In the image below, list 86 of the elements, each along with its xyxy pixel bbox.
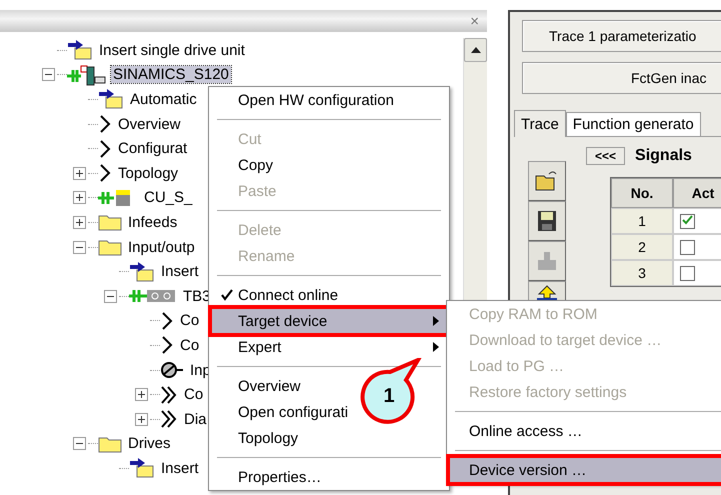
tree-item[interactable]: SINAMICS_S120 <box>111 66 231 84</box>
vertical-scrollbar[interactable] <box>463 38 487 300</box>
collapse-toggle[interactable] <box>104 290 117 303</box>
double-chevron-icon <box>160 409 178 430</box>
table-cell: 3 <box>611 260 673 286</box>
folder-icon <box>98 434 122 453</box>
tree-item[interactable]: Overview <box>116 116 183 133</box>
close-button[interactable]: × <box>462 12 487 30</box>
probe-icon <box>160 360 184 380</box>
checkbox[interactable] <box>680 240 695 254</box>
toolbar-button[interactable] <box>528 241 566 281</box>
expand-toggle[interactable] <box>73 191 86 204</box>
table-cell: 1 <box>611 208 673 234</box>
plus-icon <box>138 416 145 423</box>
plus-icon <box>76 194 83 202</box>
collapse-toggle[interactable] <box>73 240 86 254</box>
check-icon <box>221 289 233 301</box>
tree-item[interactable]: Co <box>182 386 206 404</box>
insert-folder-icon <box>67 40 93 60</box>
trace-status-field: Trace 1 parameterizatio <box>522 20 721 52</box>
toolbar-button[interactable] <box>528 161 566 201</box>
open-folder-icon <box>535 170 559 192</box>
chevron-icon <box>98 163 112 184</box>
menu-item[interactable]: Properties… <box>211 464 332 490</box>
up-arrow-icon <box>470 47 480 53</box>
collapse-toggle[interactable] <box>73 437 86 450</box>
menu-item[interactable]: Open configurati <box>211 399 358 425</box>
chevron-icon <box>160 310 174 331</box>
menu-item[interactable]: Expert <box>211 334 447 360</box>
callout-number: 1 <box>382 385 396 408</box>
checkbox[interactable] <box>680 214 695 228</box>
tree-item[interactable]: Insert <box>159 263 201 280</box>
expand-toggle[interactable] <box>73 216 86 229</box>
tree-item[interactable]: Drives <box>126 435 173 452</box>
chevron-icon <box>98 138 112 159</box>
folder-icon <box>98 213 122 232</box>
menu-item[interactable]: Device version … <box>449 457 721 483</box>
expand-toggle[interactable] <box>135 388 148 402</box>
insert-folder-icon <box>129 458 155 478</box>
plus-icon <box>76 170 83 177</box>
submenu-arrow-icon <box>433 316 439 326</box>
scroll-up-button[interactable] <box>464 38 487 62</box>
tree-item[interactable]: Dia <box>182 410 209 428</box>
collapse-button[interactable]: <<< <box>586 147 626 165</box>
tree-item[interactable]: Topology <box>116 164 180 182</box>
menu-item[interactable]: Topology <box>211 425 308 451</box>
column-header: Act <box>673 178 721 208</box>
plus-icon <box>76 218 83 226</box>
table-cell: 2 <box>611 234 673 260</box>
stamp-icon <box>536 250 558 272</box>
save-icon <box>537 210 557 232</box>
expand-toggle[interactable] <box>73 166 86 180</box>
chevron-icon <box>98 114 112 134</box>
drive-device-icon <box>67 64 107 86</box>
double-chevron-icon <box>160 384 178 405</box>
function-generator-status-field: FctGen inac <box>522 62 721 94</box>
chevron-icon <box>160 335 174 356</box>
tree-item[interactable]: CU_S_ <box>142 189 194 206</box>
insert-folder-icon <box>98 89 124 110</box>
tree-item[interactable]: Co <box>178 312 202 330</box>
tree-item[interactable]: Insert <box>159 460 201 477</box>
tree-item[interactable]: Input/outp <box>126 238 197 256</box>
menu-item[interactable]: Online access … <box>449 418 592 444</box>
insert-folder-icon <box>129 262 155 282</box>
collapse-toggle[interactable] <box>42 68 55 82</box>
tree-item[interactable]: Configurat <box>116 140 190 158</box>
menu-item[interactable]: Copy <box>211 152 284 178</box>
menu-item[interactable]: Connect online <box>211 282 348 308</box>
toolbar-button[interactable] <box>528 201 566 241</box>
tab[interactable]: Function generato <box>566 112 701 136</box>
menu-item[interactable]: Open HW configuration <box>211 87 404 113</box>
expand-toggle[interactable] <box>135 412 148 426</box>
tree-item[interactable]: Automatic <box>128 90 199 108</box>
menu-item[interactable]: Overview <box>211 373 311 399</box>
tree-item[interactable]: Co <box>178 336 202 354</box>
submenu-arrow-icon <box>433 342 439 352</box>
plus-icon <box>138 391 145 398</box>
checkbox[interactable] <box>680 266 695 280</box>
tree-item[interactable]: Infeeds <box>126 214 180 231</box>
signals-title: Signals <box>635 147 692 165</box>
tree-item[interactable]: Insert single drive unit <box>97 42 247 59</box>
column-header: No. <box>611 178 673 208</box>
menu-item[interactable]: Target device <box>211 308 447 334</box>
folder-icon <box>98 238 122 256</box>
toolbar-button[interactable] <box>528 281 566 301</box>
tab[interactable]: Trace <box>514 110 566 137</box>
